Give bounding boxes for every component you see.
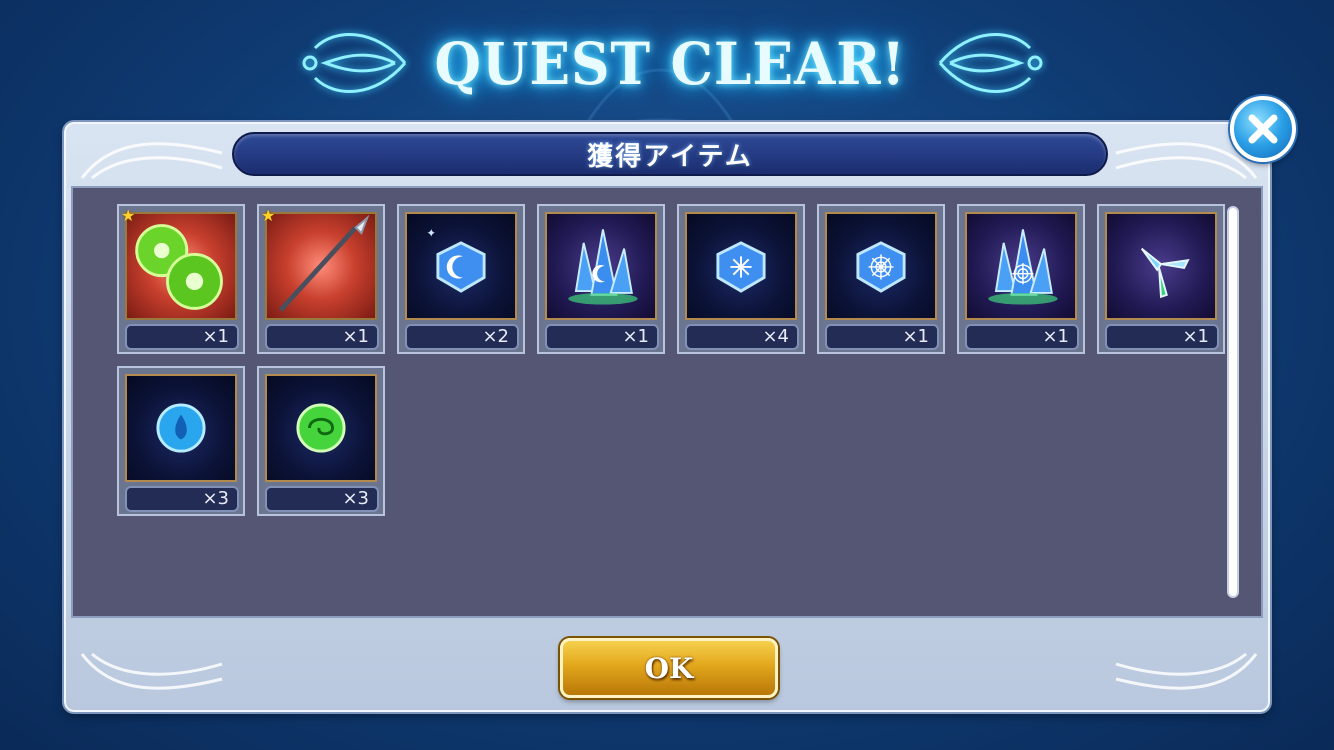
- item-card[interactable]: ×3: [257, 366, 385, 516]
- web-gem-icon: [825, 212, 937, 320]
- scrollbar[interactable]: [1227, 206, 1239, 598]
- item-card[interactable]: ×1: [537, 204, 665, 354]
- rarity-star-icon: ★: [121, 206, 136, 225]
- spear-icon: [265, 212, 377, 320]
- close-icon: [1248, 114, 1278, 144]
- panel-corner-ornament: [80, 142, 223, 180]
- item-quantity: ×1: [965, 324, 1079, 350]
- moon-crystal-cluster-icon: [545, 212, 657, 320]
- item-list-area[interactable]: ★ ×1 ★ ×1 ✦ ×2 ×1 ×4 ×1 ×1 ×1 ×3 ×3: [71, 186, 1263, 618]
- item-quantity: ×1: [825, 324, 939, 350]
- water-orb-icon: [125, 374, 237, 482]
- rarity-star-icon: ★: [261, 206, 276, 225]
- item-quantity: ×2: [405, 324, 519, 350]
- star-gem-icon: [685, 212, 797, 320]
- panel-corner-ornament: [80, 652, 223, 690]
- panel-corner-ornament: [1115, 652, 1258, 690]
- green-seed-icon: [125, 212, 237, 320]
- item-quantity: ×3: [265, 486, 379, 512]
- item-card[interactable]: ×1: [817, 204, 945, 354]
- item-grid: ★ ×1 ★ ×1 ✦ ×2 ×1 ×4 ×1 ×1 ×1 ×3 ×3: [117, 204, 1227, 516]
- item-quantity: ×1: [1105, 324, 1219, 350]
- item-quantity: ×1: [545, 324, 659, 350]
- crystal-shard-icon: [1105, 212, 1217, 320]
- item-card[interactable]: ×3: [117, 366, 245, 516]
- title-text: QUEST CLEAR!: [434, 30, 906, 98]
- panel-header: 獲得アイテム: [232, 132, 1108, 176]
- item-quantity: ×1: [265, 324, 379, 350]
- acquired-items-panel: 獲得アイテム ★ ×1 ★ ×1 ✦ ×2 ×1 ×4 ×1 ×1 ×1 ×3 …: [64, 122, 1270, 712]
- item-card[interactable]: ✦ ×2: [397, 204, 525, 354]
- item-quantity: ×1: [125, 324, 239, 350]
- ok-button-label: OK: [644, 651, 694, 685]
- web-crystal-cluster-icon: [965, 212, 1077, 320]
- item-card[interactable]: ★ ×1: [257, 204, 385, 354]
- item-quantity: ×4: [685, 324, 799, 350]
- item-card[interactable]: ×4: [677, 204, 805, 354]
- item-card[interactable]: ×1: [1097, 204, 1225, 354]
- panel-header-text: 獲得アイテム: [587, 141, 753, 172]
- moon-gem-icon: ✦: [405, 212, 517, 320]
- wind-orb-icon: [265, 374, 377, 482]
- item-quantity: ×3: [125, 486, 239, 512]
- ok-button[interactable]: OK: [560, 638, 778, 698]
- item-card[interactable]: ×1: [957, 204, 1085, 354]
- close-button[interactable]: [1230, 96, 1296, 162]
- item-card[interactable]: ★ ×1: [117, 204, 245, 354]
- svg-text:✦: ✦: [426, 226, 436, 240]
- title-right-ornament: [938, 33, 1043, 93]
